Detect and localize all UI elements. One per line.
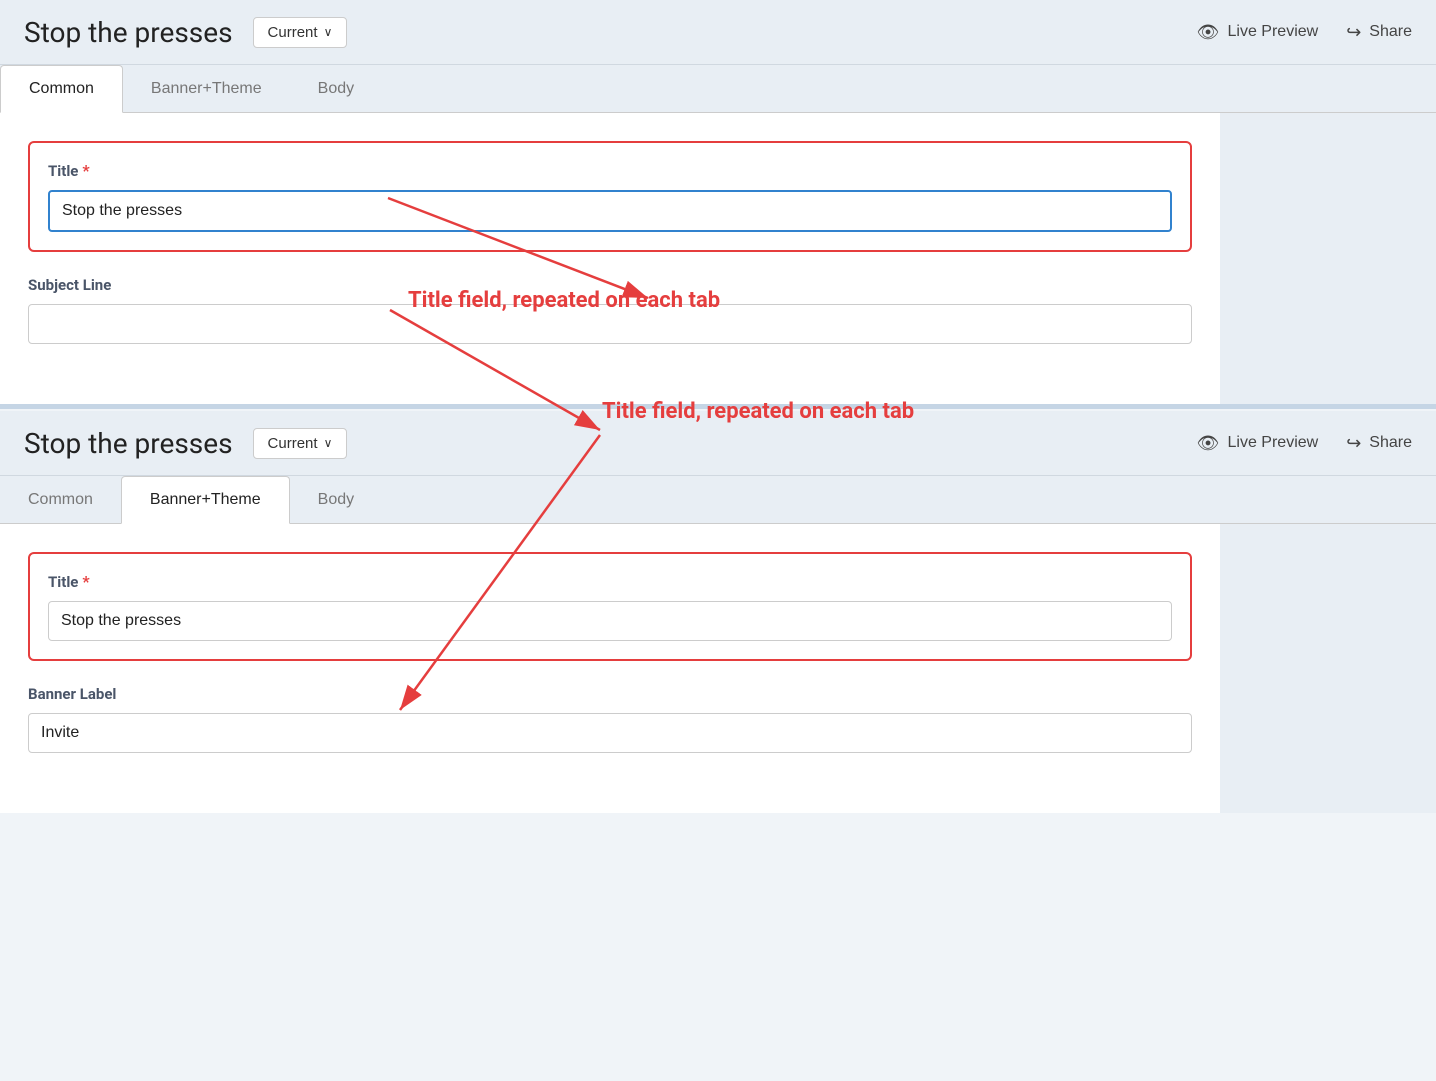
- subject-line-field-group: Subject Line: [28, 276, 1192, 344]
- chevron-down-icon: ∨: [324, 25, 333, 39]
- share-label: Share: [1369, 23, 1412, 41]
- banner-label-field-group: Banner Label: [28, 685, 1192, 753]
- title-field-group-bottom: Title *: [48, 572, 1172, 641]
- header-actions: Live Preview Share: [1197, 22, 1412, 43]
- tab-banner-theme-top[interactable]: Banner+Theme: [123, 66, 290, 112]
- live-preview-button[interactable]: Live Preview: [1197, 22, 1319, 43]
- banner-label-input[interactable]: [28, 713, 1192, 753]
- bottom-eye-icon: [1197, 433, 1220, 454]
- tab-body-top[interactable]: Body: [290, 66, 382, 112]
- bottom-share-button[interactable]: Share: [1346, 433, 1412, 454]
- subject-line-label: Subject Line: [28, 276, 1192, 294]
- tab-body-bottom[interactable]: Body: [290, 477, 382, 523]
- bottom-tabs-bar: Common Banner+Theme Body: [0, 476, 1436, 524]
- title-required-star-top: *: [82, 161, 89, 180]
- banner-label-label: Banner Label: [28, 685, 1192, 703]
- live-preview-label: Live Preview: [1228, 23, 1319, 41]
- title-highlight-box-bottom: Title *: [28, 552, 1192, 661]
- share-button[interactable]: Share: [1346, 22, 1412, 43]
- tab-banner-theme-bottom[interactable]: Banner+Theme: [121, 476, 290, 524]
- tab-common-bottom[interactable]: Common: [0, 477, 121, 523]
- title-field-group-top: Title *: [48, 161, 1172, 232]
- tab-common-top[interactable]: Common: [0, 65, 123, 113]
- subject-line-input[interactable]: [28, 304, 1192, 344]
- bottom-live-preview-button[interactable]: Live Preview: [1197, 433, 1319, 454]
- bottom-page-title: Stop the presses: [24, 427, 233, 460]
- bottom-chevron-down-icon: ∨: [324, 436, 333, 450]
- version-dropdown[interactable]: Current ∨: [253, 17, 348, 48]
- top-tabs-bar: Common Banner+Theme Body: [0, 65, 1436, 113]
- version-label: Current: [268, 24, 318, 41]
- bottom-share-icon: [1346, 433, 1361, 454]
- bottom-content-area: Title * Banner Label: [0, 524, 1220, 813]
- bottom-header: Stop the presses Current ∨ Live Preview …: [0, 411, 1436, 476]
- bottom-panel: Stop the presses Current ∨ Live Preview …: [0, 411, 1436, 813]
- title-label-bottom: Title *: [48, 572, 1172, 591]
- title-input-bottom[interactable]: [48, 601, 1172, 641]
- bottom-version-dropdown[interactable]: Current ∨: [253, 428, 348, 459]
- top-content-area: Title * Subject Line: [0, 113, 1220, 404]
- top-header: Stop the presses Current ∨ Live Preview …: [0, 0, 1436, 65]
- page-title: Stop the presses: [24, 16, 233, 49]
- title-highlight-box-top: Title *: [28, 141, 1192, 252]
- bottom-live-preview-label: Live Preview: [1228, 434, 1319, 452]
- eye-icon: [1197, 22, 1220, 43]
- top-panel: Stop the presses Current ∨ Live Preview …: [0, 0, 1436, 409]
- full-layout: Stop the presses Current ∨ Live Preview …: [0, 0, 1436, 813]
- bottom-share-label: Share: [1369, 434, 1412, 452]
- share-icon: [1346, 22, 1361, 43]
- title-label-top: Title *: [48, 161, 1172, 180]
- bottom-version-label: Current: [268, 435, 318, 452]
- title-input-top[interactable]: [48, 190, 1172, 232]
- bottom-header-actions: Live Preview Share: [1197, 433, 1412, 454]
- title-required-star-bottom: *: [82, 572, 89, 591]
